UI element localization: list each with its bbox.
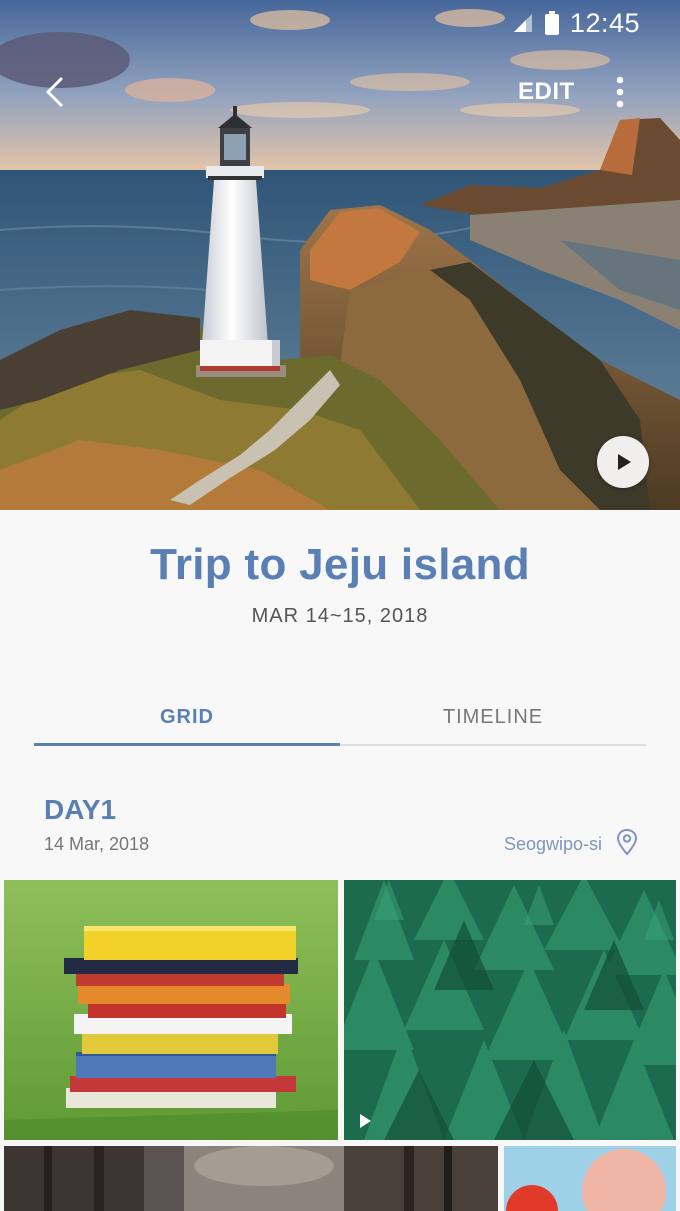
- edit-button[interactable]: EDIT: [500, 72, 593, 112]
- selected-tab-indicator: [34, 743, 340, 746]
- photo-thumbnail[interactable]: [4, 1146, 498, 1211]
- location-pin-icon[interactable]: [614, 828, 640, 856]
- play-slideshow-button[interactable]: [597, 436, 649, 488]
- signal-icon: [513, 14, 532, 32]
- top-app-bar: EDIT: [0, 62, 680, 122]
- tab-timeline[interactable]: TIMELINE: [340, 688, 646, 746]
- day-date: 14 Mar, 2018: [44, 834, 150, 854]
- forest-road-photo: [4, 1146, 498, 1211]
- album-info-panel: Trip to Jeju island MAR 14~15, 2018 GRID…: [0, 510, 680, 880]
- back-arrow-icon: [46, 77, 63, 107]
- back-button[interactable]: [30, 70, 78, 114]
- cover-photo[interactable]: 12:45 EDIT: [0, 0, 680, 510]
- photo-thumbnail[interactable]: [4, 880, 338, 1140]
- view-tabs: GRID TIMELINE: [34, 688, 646, 746]
- play-icon: [618, 454, 631, 470]
- pine-forest-photo: [344, 880, 676, 1140]
- video-play-icon: [360, 1114, 371, 1128]
- tab-grid[interactable]: GRID: [34, 688, 340, 746]
- album-title: Trip to Jeju island: [150, 540, 530, 589]
- status-bar: 12:45: [512, 6, 640, 40]
- balloon-photo: [504, 1146, 676, 1211]
- more-options-button[interactable]: [596, 68, 644, 116]
- photo-thumbnail[interactable]: [504, 1146, 676, 1211]
- day-heading: DAY1: [44, 794, 117, 825]
- battery-icon: [544, 11, 559, 35]
- book-stack-photo: [4, 880, 338, 1140]
- day-location[interactable]: Seogwipo-si: [504, 834, 602, 855]
- photo-thumbnail[interactable]: [344, 880, 676, 1140]
- album-dates: MAR 14~15, 2018: [251, 605, 429, 627]
- more-vertical-icon: [616, 76, 624, 108]
- status-time: 12:45: [569, 7, 640, 38]
